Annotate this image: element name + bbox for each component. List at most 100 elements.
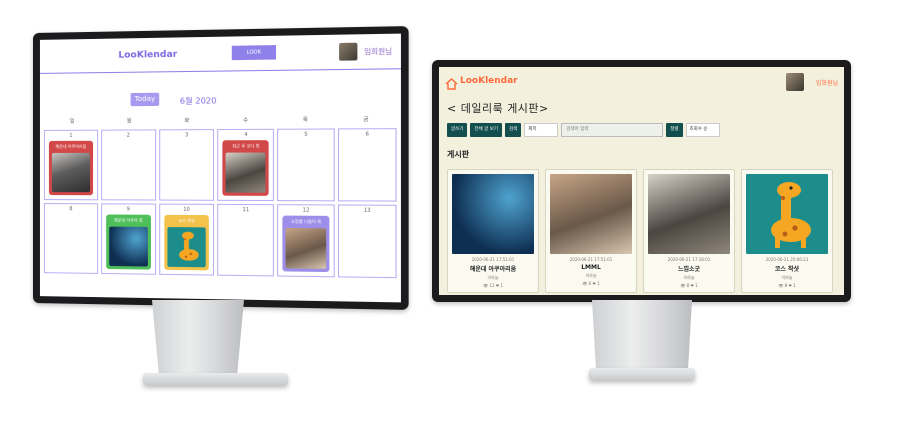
calendar-header: LooKlendar LOOK 임희원님 xyxy=(39,33,401,74)
search-type-select[interactable]: 제목 xyxy=(524,123,559,137)
board-screen: LooKlendar 임희원님 < 데일리룩 게시판> 글쓰기 전체 글 보기 … xyxy=(439,67,844,295)
weekday-label: 일 xyxy=(69,118,75,125)
post-grid: 2020-06-21 17:51:01 해운대 아쿠아리움 이하늘 👁 12 ❤… xyxy=(447,169,833,293)
user-name[interactable]: 임희원님 xyxy=(364,46,392,57)
look-card-title: 코스 착샷 xyxy=(178,217,195,224)
avatar[interactable] xyxy=(786,73,804,91)
page-title: < 데일리룩 게시판> xyxy=(447,102,549,115)
write-button[interactable]: 글쓰기 xyxy=(447,123,468,137)
day-cell[interactable]: 5 xyxy=(277,128,335,202)
post-photo[interactable] xyxy=(550,174,632,254)
post-stats: 👁 8 ❤ 1 xyxy=(680,283,698,288)
look-photo xyxy=(226,152,266,193)
weekday-label: 수 xyxy=(243,117,249,124)
look-photo xyxy=(109,226,148,267)
look-card[interactable]: 해운대 아쿠아리움 xyxy=(48,140,93,196)
day-cell[interactable]: 6 xyxy=(338,128,397,202)
left-monitor-base xyxy=(143,373,288,385)
post-date: 2020-06-21 20:06:23 xyxy=(765,257,809,262)
sort-select[interactable]: 조회수 순 xyxy=(685,123,720,137)
today-button[interactable]: Today xyxy=(130,92,160,107)
board-logo[interactable]: LooKlendar xyxy=(460,76,518,86)
post-photo[interactable] xyxy=(452,174,534,254)
day-cell[interactable]: 12 쇼핑몰 나들이 룩 xyxy=(277,204,335,278)
look-card-title: 쇼핑몰 나들이 룩 xyxy=(290,218,322,225)
right-monitor: LooKlendar 임희원님 < 데일리룩 게시판> 글쓰기 전체 글 보기 … xyxy=(432,60,851,302)
post-author: 이하늘 xyxy=(487,275,499,280)
section-title: 게시판 xyxy=(447,150,470,159)
calendar-screen: LooKlendar LOOK 임희원님 Today 6월 2020 일 월 화… xyxy=(39,33,401,303)
look-photo xyxy=(285,228,327,269)
search-input[interactable]: 검색어 입력 xyxy=(561,123,664,137)
day-number: 6 xyxy=(365,131,369,138)
look-card[interactable]: 해운대 아쿠아 룩 xyxy=(106,214,151,270)
day-number: 13 xyxy=(363,207,371,215)
day-cell[interactable]: 2 xyxy=(100,129,156,201)
calendar-logo[interactable]: LooKlendar xyxy=(118,50,177,61)
post-author: 이하늘 xyxy=(781,275,793,280)
post-title[interactable]: 느낌소굿 xyxy=(648,264,730,273)
day-cell[interactable]: 8 xyxy=(43,203,98,274)
day-cell[interactable]: 4 퇴근 후 코디 룩 xyxy=(217,128,275,202)
day-number: 2 xyxy=(126,132,130,139)
user-name[interactable]: 임희원님 xyxy=(816,78,838,87)
day-cell[interactable]: 10 코스 착샷 xyxy=(158,203,215,276)
look-photo xyxy=(51,152,90,193)
day-cell[interactable]: 1 해운대 아쿠아리움 xyxy=(43,129,98,201)
day-number: 9 xyxy=(126,206,130,213)
search-button[interactable]: 검색 xyxy=(504,123,522,137)
avatar[interactable] xyxy=(339,42,358,61)
left-monitor-stand xyxy=(152,300,244,380)
post-author: 이하늘 xyxy=(683,275,695,280)
post-stats: 👁 12 ❤ 1 xyxy=(483,283,503,288)
giraffe-illustration xyxy=(167,227,207,268)
calendar-week: 1 해운대 아쿠아리움 2 3 4 퇴근 후 코디 룩 5 6 xyxy=(43,128,397,202)
post-author: 이하늘 xyxy=(585,273,597,278)
post-title[interactable]: LMML xyxy=(550,264,632,271)
look-button[interactable]: LOOK xyxy=(231,45,277,61)
post-card[interactable]: 2020-06-21 17:51:01 LMML 이하늘 👁 6 ❤ 1 xyxy=(545,169,637,293)
day-number: 10 xyxy=(183,206,190,213)
look-card-title: 해운대 아쿠아리움 xyxy=(55,143,87,149)
giraffe-illustration[interactable] xyxy=(746,174,828,254)
day-number: 11 xyxy=(242,207,250,214)
view-all-button[interactable]: 전체 글 보기 xyxy=(470,123,502,137)
day-number: 3 xyxy=(184,132,189,139)
dual-monitor-mockup: LooKlendar LOOK 임희원님 Today 6월 2020 일 월 화… xyxy=(0,0,900,436)
post-stats: 👁 8 ❤ 1 xyxy=(778,283,796,288)
left-monitor: LooKlendar LOOK 임희원님 Today 6월 2020 일 월 화… xyxy=(33,26,409,310)
post-card[interactable]: 2020-06-21 17:51:01 해운대 아쿠아리움 이하늘 👁 12 ❤… xyxy=(447,169,539,293)
day-cell[interactable]: 3 xyxy=(158,129,215,201)
post-title[interactable]: 해운대 아쿠아리움 xyxy=(452,264,534,273)
weekday-label: 금 xyxy=(363,116,369,124)
post-photo[interactable] xyxy=(648,174,730,254)
day-number: 1 xyxy=(69,132,73,139)
weekday-label: 월 xyxy=(126,118,132,125)
look-card[interactable]: 쇼핑몰 나들이 룩 xyxy=(282,215,330,273)
board-toolbar: 글쓰기 전체 글 보기 검색 제목 검색어 입력 정렬 조회수 순 xyxy=(447,122,720,138)
right-monitor-base xyxy=(589,368,695,380)
post-card[interactable]: 2020-06-21 17:18:01 느낌소굿 이하늘 👁 8 ❤ 1 xyxy=(643,169,735,293)
sort-button[interactable]: 정렬 xyxy=(666,123,683,137)
calendar-grid: 일 월 화 수 목 금 1 해운대 아쿠아리움 2 3 4 퇴근 후 코디 룩 … xyxy=(43,116,397,282)
board-header: LooKlendar 임희원님 xyxy=(439,67,844,97)
look-card-title: 해운대 아쿠아 룩 xyxy=(113,217,143,223)
post-title[interactable]: 코스 착샷 xyxy=(746,264,828,273)
home-icon[interactable] xyxy=(445,75,458,90)
weekday-label: 화 xyxy=(184,117,190,125)
look-card[interactable]: 퇴근 후 코디 룩 xyxy=(222,140,269,196)
post-date: 2020-06-21 17:51:01 xyxy=(569,257,613,262)
calendar-week: 8 9 해운대 아쿠아 룩 10 코스 착샷 11 12 쇼핑몰 나들이 룩 1… xyxy=(43,203,397,279)
day-number: 5 xyxy=(304,131,308,138)
post-date: 2020-06-21 17:51:01 xyxy=(471,257,515,262)
day-cell[interactable]: 11 xyxy=(217,203,275,277)
month-label: 6월 2020 xyxy=(179,96,217,106)
day-cell[interactable]: 9 해운대 아쿠아 룩 xyxy=(100,203,156,275)
day-number: 12 xyxy=(302,207,310,214)
day-cell[interactable]: 13 xyxy=(338,204,397,279)
post-date: 2020-06-21 17:18:01 xyxy=(667,257,711,262)
look-card[interactable]: 코스 착샷 xyxy=(163,214,210,271)
right-monitor-stand xyxy=(592,300,692,370)
day-number: 8 xyxy=(69,206,73,213)
post-card[interactable]: 2020-06-21 20:06:23 코스 착샷 이하늘 👁 8 ❤ 1 xyxy=(741,169,833,293)
